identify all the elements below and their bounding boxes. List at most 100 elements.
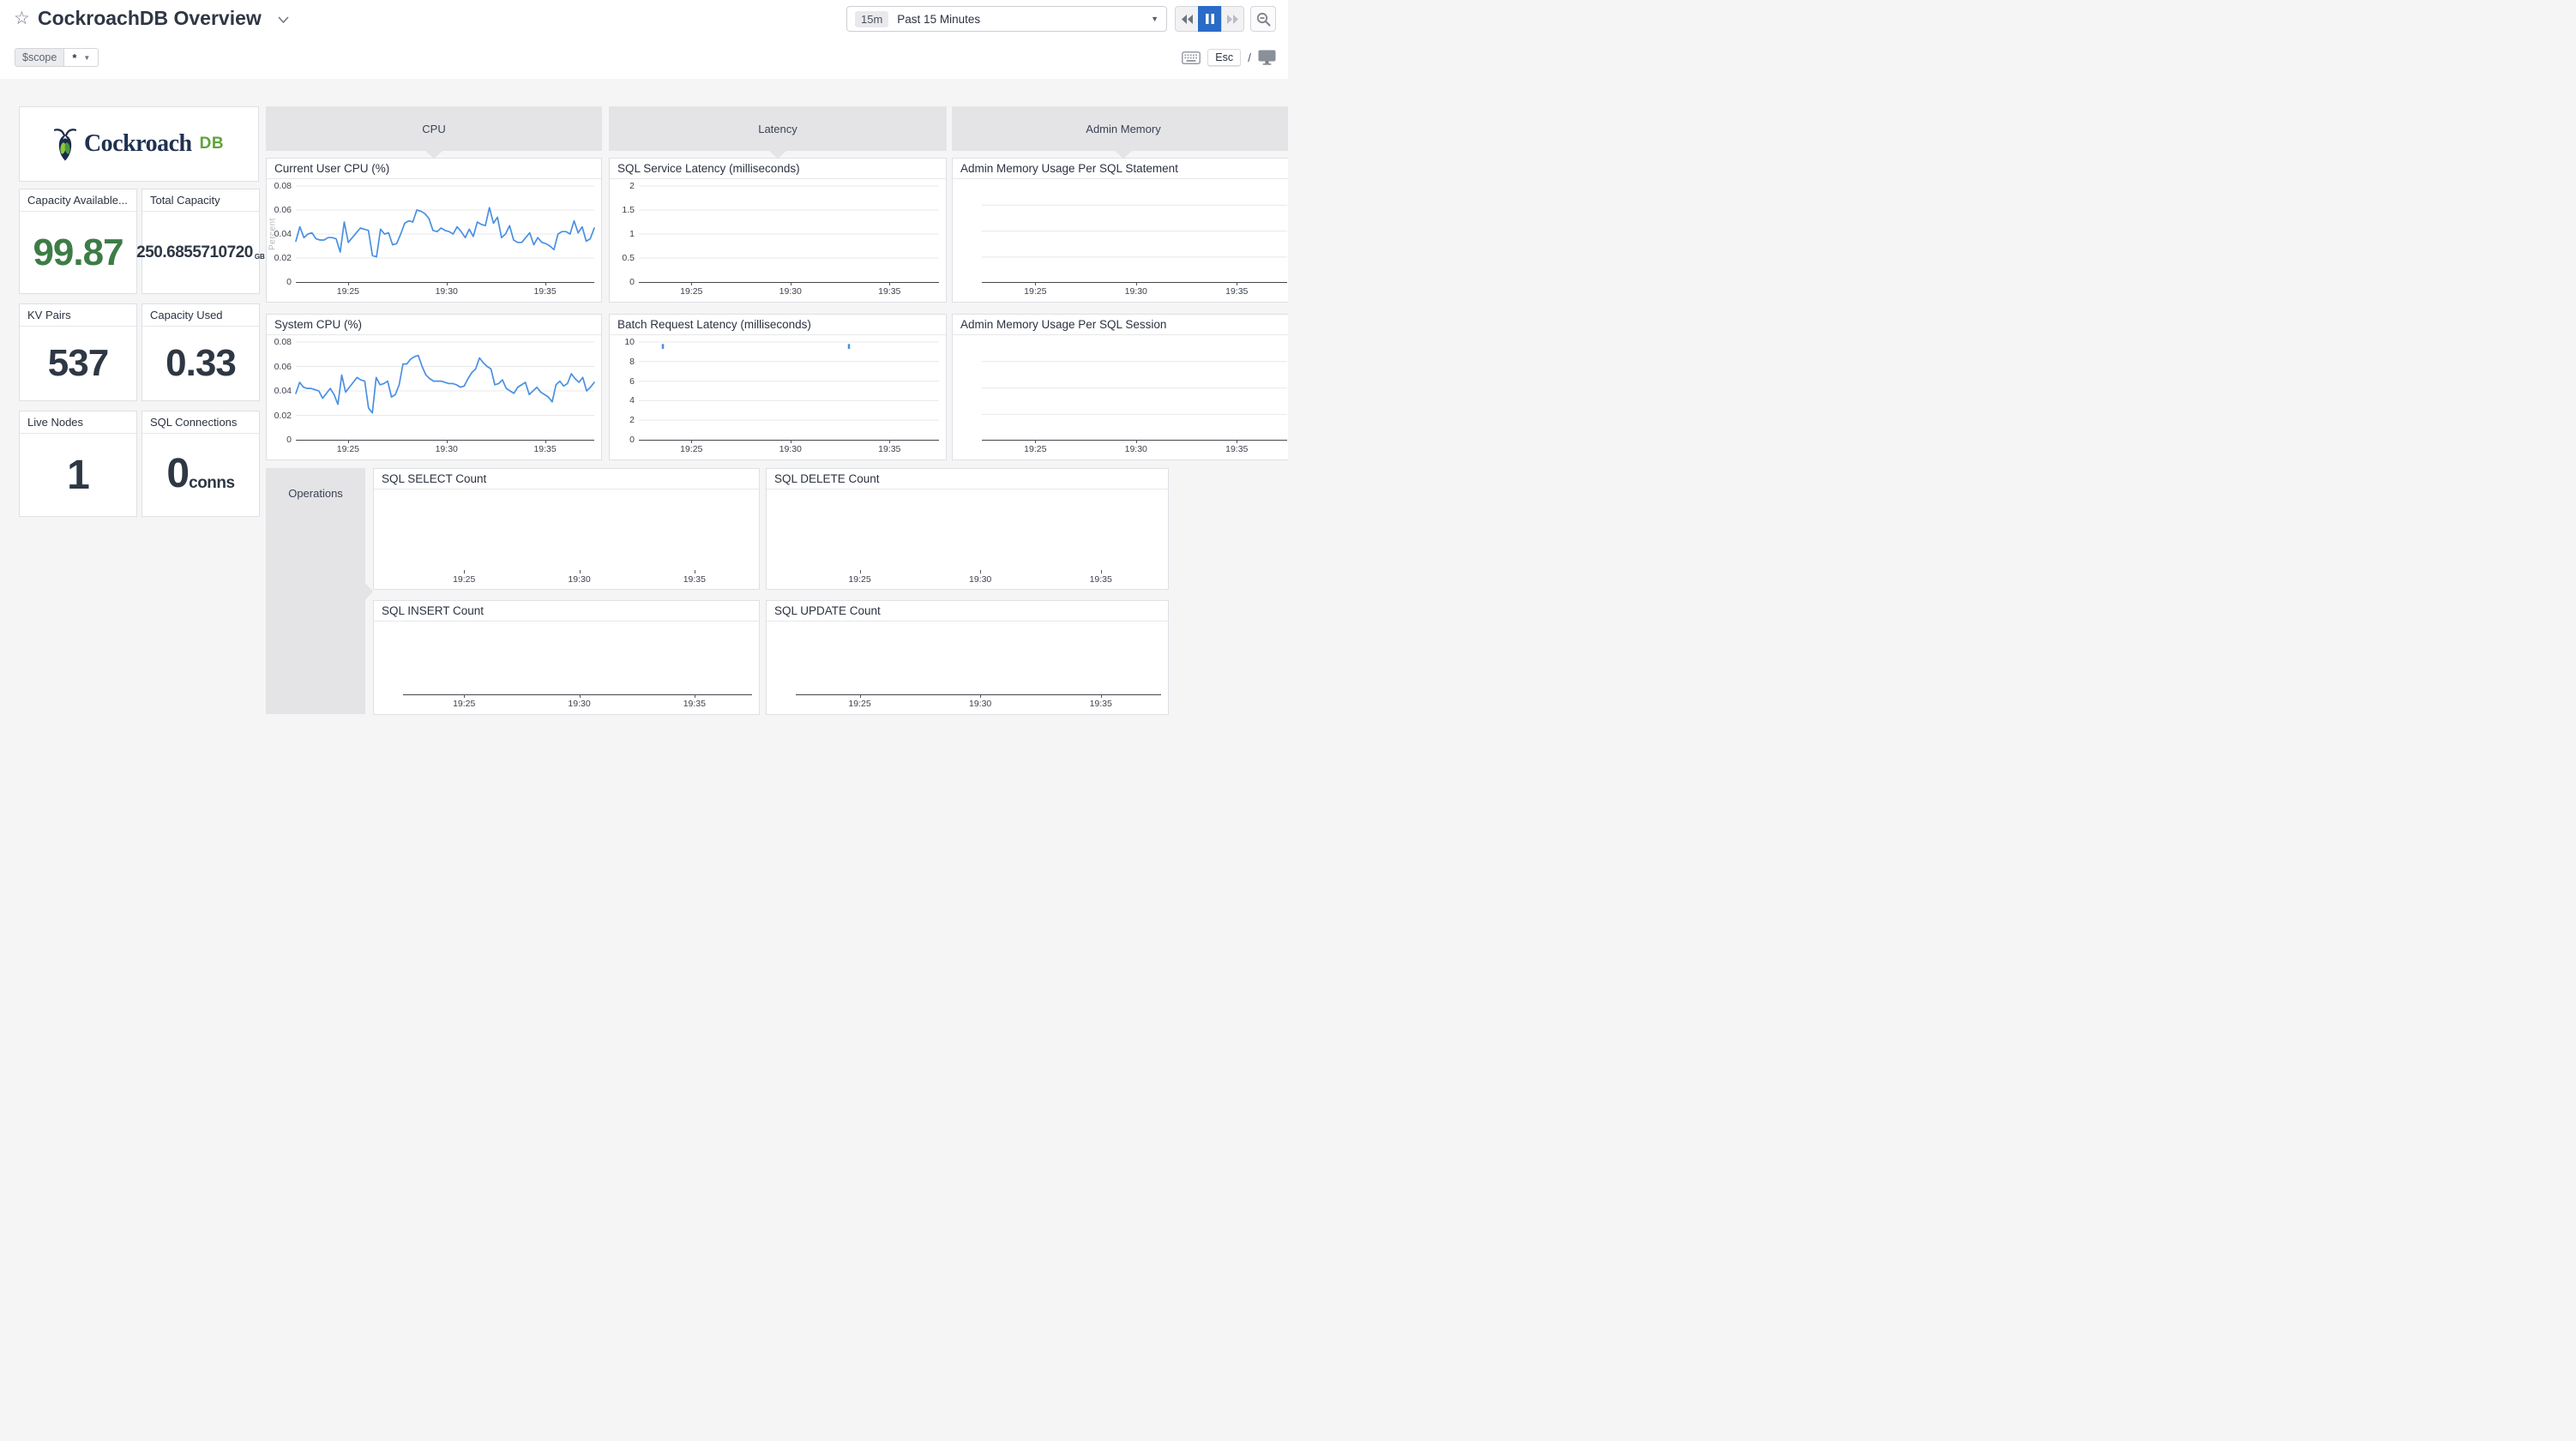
chart-plot-area[interactable]: 19:2519:3019:35 (953, 335, 1288, 459)
chart-plot-area[interactable]: 21.510.5019:2519:3019:35 (610, 179, 946, 302)
chart-card-current-user-cpu[interactable]: Current User CPU (%) 0.080.060.040.02019… (266, 158, 602, 303)
stat-value: 537 (48, 342, 108, 385)
brand-suffix: DB (200, 135, 224, 153)
x-axis-tick-mark (860, 570, 861, 573)
y-axis-tick-label: 6 (611, 376, 635, 387)
x-axis-tick-mark (1035, 440, 1036, 443)
chart-title: SQL UPDATE Count (767, 601, 1168, 621)
group-header-latency[interactable]: Latency (609, 106, 947, 151)
stat-unit: conns (189, 474, 234, 493)
group-label: Operations (266, 487, 365, 500)
time-range-selector[interactable]: 15m Past 15 Minutes ▼ (846, 6, 1167, 32)
chart-plot-area[interactable]: 19:2519:3019:35 (374, 621, 759, 714)
chart-card-sql-service-latency[interactable]: SQL Service Latency (milliseconds) 21.51… (609, 158, 947, 303)
x-axis-tick-mark (1136, 440, 1137, 443)
chart-title: Admin Memory Usage Per SQL Session (953, 315, 1288, 335)
x-axis-tick-mark (1035, 282, 1036, 285)
stat-card-capacity-used[interactable]: Capacity Used 0.33 (141, 303, 260, 401)
x-axis-tick-label: 19:35 (533, 444, 556, 454)
chart-title: SQL INSERT Count (374, 601, 759, 621)
x-axis-tick-label: 19:30 (436, 286, 458, 297)
x-axis-tick-label: 19:30 (969, 699, 991, 709)
y-axis-tick-label: 0 (268, 435, 292, 445)
x-axis-tick-mark (1101, 694, 1102, 698)
chart-plot-area[interactable]: 19:2519:3019:35 (953, 179, 1288, 302)
chart-card-sql-update-count[interactable]: SQL UPDATE Count 19:2519:3019:35 (766, 600, 1169, 715)
chart-card-admin-memory-session[interactable]: Admin Memory Usage Per SQL Session 19:25… (952, 314, 1288, 460)
y-axis-tick-label: 2 (611, 415, 635, 425)
stat-value: 250.6855710720 (136, 243, 253, 262)
header-bar: ☆ CockroachDB Overview 15m Past 15 Minut… (0, 0, 1288, 79)
stat-unit: GB (255, 253, 265, 261)
x-axis-tick-label: 19:25 (680, 286, 702, 297)
chart-card-sql-delete-count[interactable]: SQL DELETE Count 19:2519:3019:35 (766, 468, 1169, 590)
monitor-icon[interactable] (1258, 50, 1276, 65)
chart-plot-area[interactable]: 19:2519:3019:35 (374, 489, 759, 589)
brand-name: Cockroach (84, 130, 192, 158)
chart-plot-area[interactable]: 19:2519:3019:35 (767, 489, 1168, 589)
chart-card-sql-select-count[interactable]: SQL SELECT Count 19:2519:3019:35 (373, 468, 760, 590)
esc-key[interactable]: Esc (1207, 49, 1241, 66)
stat-title: SQL Connections (142, 411, 259, 434)
group-header-operations[interactable]: Operations (266, 468, 365, 714)
time-range-label: Past 15 Minutes (897, 13, 1151, 26)
chart-card-batch-request-latency[interactable]: Batch Request Latency (milliseconds) 108… (609, 314, 947, 460)
chart-plot-area[interactable]: 108642019:2519:3019:35 (610, 335, 946, 459)
scope-name: $scope (15, 49, 64, 66)
chart-card-system-cpu[interactable]: System CPU (%) 0.080.060.040.02019:2519:… (266, 314, 602, 460)
x-axis-tick-mark (860, 694, 861, 698)
x-axis-tick-label: 19:35 (1090, 574, 1112, 585)
stat-value: 1 (67, 452, 89, 499)
y-axis-tick-label: 1.5 (611, 205, 635, 215)
y-axis-tick-label: 0.06 (268, 362, 292, 372)
x-axis-tick-mark (1136, 282, 1137, 285)
x-axis-tick-label: 19:30 (779, 286, 802, 297)
chart-title: SQL SELECT Count (374, 469, 759, 489)
group-header-admin-memory[interactable]: Admin Memory (952, 106, 1288, 151)
stat-card-live-nodes[interactable]: Live Nodes 1 (19, 411, 137, 517)
stat-card-capacity-available[interactable]: Capacity Available... 99.87 (19, 189, 137, 294)
time-range-badge: 15m (855, 11, 888, 27)
chart-plot-area[interactable]: 0.080.060.040.02019:2519:3019:35 (267, 335, 601, 459)
cockroachdb-logo-card: Cockroach DB (19, 106, 259, 182)
stat-title: Capacity Used (142, 304, 259, 327)
stat-card-kv-pairs[interactable]: KV Pairs 537 (19, 303, 137, 401)
stat-card-total-capacity[interactable]: Total Capacity 250.6855710720 GB (141, 189, 260, 294)
rewind-button[interactable] (1175, 6, 1198, 32)
group-pointer (365, 583, 373, 600)
dashboard-page: ☆ CockroachDB Overview 15m Past 15 Minut… (0, 0, 1288, 720)
chart-title: Admin Memory Usage Per SQL Statement (953, 159, 1288, 179)
shortcut-hints: Esc / (1182, 48, 1276, 67)
stat-card-sql-connections[interactable]: SQL Connections 0 conns (141, 411, 260, 517)
chevron-down-icon[interactable] (277, 15, 290, 24)
x-axis-tick-mark (545, 282, 546, 285)
y-axis-tick-label: 10 (611, 337, 635, 347)
x-axis-tick-label: 19:30 (568, 574, 590, 585)
x-axis-tick-mark (691, 282, 692, 285)
fast-forward-button[interactable] (1221, 6, 1244, 32)
x-axis-tick-mark (980, 570, 981, 573)
x-axis-tick-mark (348, 440, 349, 443)
pause-button[interactable] (1198, 6, 1221, 32)
x-axis-tick-label: 19:35 (878, 286, 900, 297)
x-axis-tick-label: 19:35 (683, 699, 706, 709)
chart-card-admin-memory-statement[interactable]: Admin Memory Usage Per SQL Statement 19:… (952, 158, 1288, 303)
chart-plot-area[interactable]: 19:2519:3019:35 (767, 621, 1168, 714)
chart-plot-area[interactable]: 0.080.060.040.02019:2519:3019:35Percent (267, 179, 601, 302)
chart-title: SQL DELETE Count (767, 469, 1168, 489)
chart-title: SQL Service Latency (milliseconds) (610, 159, 946, 179)
star-icon[interactable]: ☆ (14, 9, 30, 27)
chart-card-sql-insert-count[interactable]: SQL INSERT Count 19:2519:3019:35 (373, 600, 760, 715)
group-label: CPU (422, 123, 445, 135)
x-axis-tick-label: 19:35 (683, 574, 706, 585)
magnifier-minus-icon (1256, 12, 1271, 27)
zoom-out-button[interactable] (1250, 6, 1276, 32)
group-label: Latency (758, 123, 797, 135)
template-variable-scope[interactable]: $scope * ▼ (15, 48, 99, 67)
x-axis-tick-mark (447, 440, 448, 443)
stat-title: Capacity Available... (20, 189, 136, 212)
x-axis-tick-label: 19:25 (1024, 286, 1046, 297)
scope-value: * (72, 51, 76, 64)
group-header-cpu[interactable]: CPU (266, 106, 602, 151)
y-axis-tick-label: 0 (611, 277, 635, 287)
